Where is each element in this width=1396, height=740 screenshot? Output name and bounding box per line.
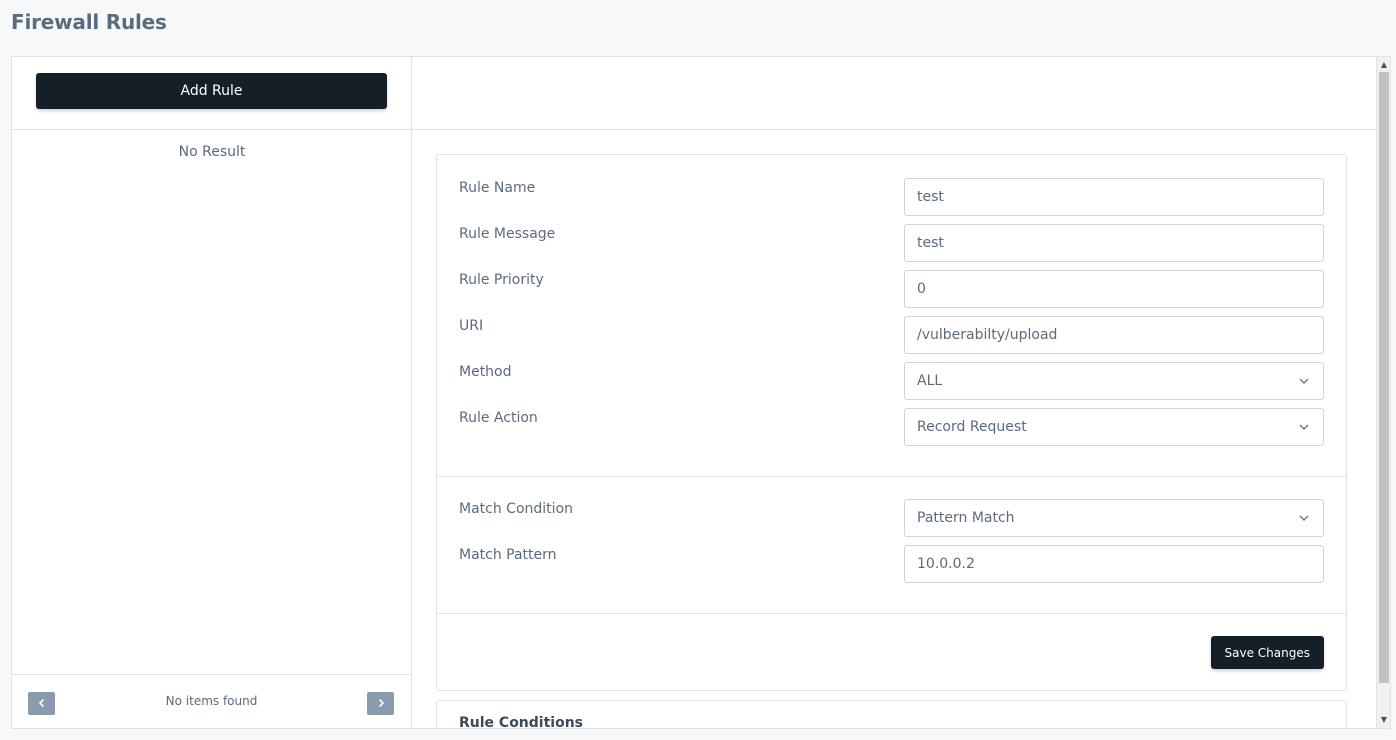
- rule-name-input[interactable]: [904, 178, 1324, 216]
- rule-name-label: Rule Name: [459, 180, 536, 196]
- rule-priority-input[interactable]: [904, 270, 1324, 308]
- match-condition-select-value: Pattern Match: [917, 510, 1015, 526]
- rule-detail-header: [412, 57, 1376, 130]
- chevron-down-icon: [1299, 515, 1309, 521]
- uri-row: URI: [437, 316, 1346, 354]
- rule-priority-label: Rule Priority: [459, 272, 544, 288]
- rule-name-row: Rule Name: [437, 178, 1346, 216]
- match-pattern-label: Match Pattern: [459, 547, 557, 563]
- match-condition-select[interactable]: Pattern Match: [904, 499, 1324, 537]
- method-select-value: ALL: [917, 373, 943, 389]
- rule-detail-panel: Rule Name Rule Message Rule Priority URI…: [412, 57, 1376, 728]
- match-pattern-input[interactable]: [904, 545, 1324, 583]
- scroll-down-icon[interactable]: ▼: [1377, 713, 1390, 727]
- scroll-thumb[interactable]: [1379, 72, 1389, 683]
- method-row: Method ALL: [437, 362, 1346, 400]
- rule-priority-row: Rule Priority: [437, 270, 1346, 308]
- match-pattern-row: Match Pattern: [437, 545, 1346, 583]
- match-condition-label: Match Condition: [459, 501, 573, 517]
- rule-action-select-value: Record Request: [917, 419, 1027, 435]
- chevron-down-icon: [1299, 378, 1309, 384]
- save-changes-button[interactable]: Save Changes: [1210, 636, 1324, 669]
- rule-match-section: Match Condition Pattern Match Match Patt…: [437, 477, 1346, 614]
- chevron-down-icon: [1299, 424, 1309, 430]
- add-rule-button[interactable]: Add Rule: [36, 73, 387, 109]
- pager-status: No items found: [165, 694, 258, 708]
- rule-message-row: Rule Message: [437, 224, 1346, 262]
- rules-list-header: Add Rule: [12, 57, 411, 130]
- rule-action-label: Rule Action: [459, 410, 538, 426]
- rules-frame: Add Rule No Result No items found Rule N…: [11, 56, 1391, 729]
- chevron-right-icon: [378, 698, 384, 708]
- rule-form-footer: Save Changes: [437, 614, 1346, 690]
- method-select[interactable]: ALL: [904, 362, 1324, 400]
- match-condition-row: Match Condition Pattern Match: [437, 499, 1346, 537]
- rule-message-input[interactable]: [904, 224, 1324, 262]
- rule-action-row: Rule Action Record Request: [437, 408, 1346, 446]
- rule-message-label: Rule Message: [459, 226, 556, 242]
- rule-action-select[interactable]: Record Request: [904, 408, 1324, 446]
- next-page-button[interactable]: [367, 692, 394, 715]
- rule-basic-section: Rule Name Rule Message Rule Priority URI…: [437, 155, 1346, 477]
- rule-form-card: Rule Name Rule Message Rule Priority URI…: [436, 154, 1347, 691]
- rules-list-panel: Add Rule No Result No items found: [12, 57, 412, 728]
- rule-conditions-title: Rule Conditions: [459, 715, 584, 729]
- uri-input[interactable]: [904, 316, 1324, 354]
- method-label: Method: [459, 364, 512, 380]
- page-title: Firewall Rules: [11, 10, 167, 34]
- uri-label: URI: [459, 318, 484, 334]
- empty-list-message: No Result: [178, 144, 246, 160]
- vertical-scrollbar[interactable]: ▲ ▼: [1376, 57, 1390, 728]
- pagination: No items found: [12, 674, 411, 728]
- rule-conditions-card: Rule Conditions: [436, 700, 1347, 729]
- scroll-up-icon[interactable]: ▲: [1377, 58, 1390, 72]
